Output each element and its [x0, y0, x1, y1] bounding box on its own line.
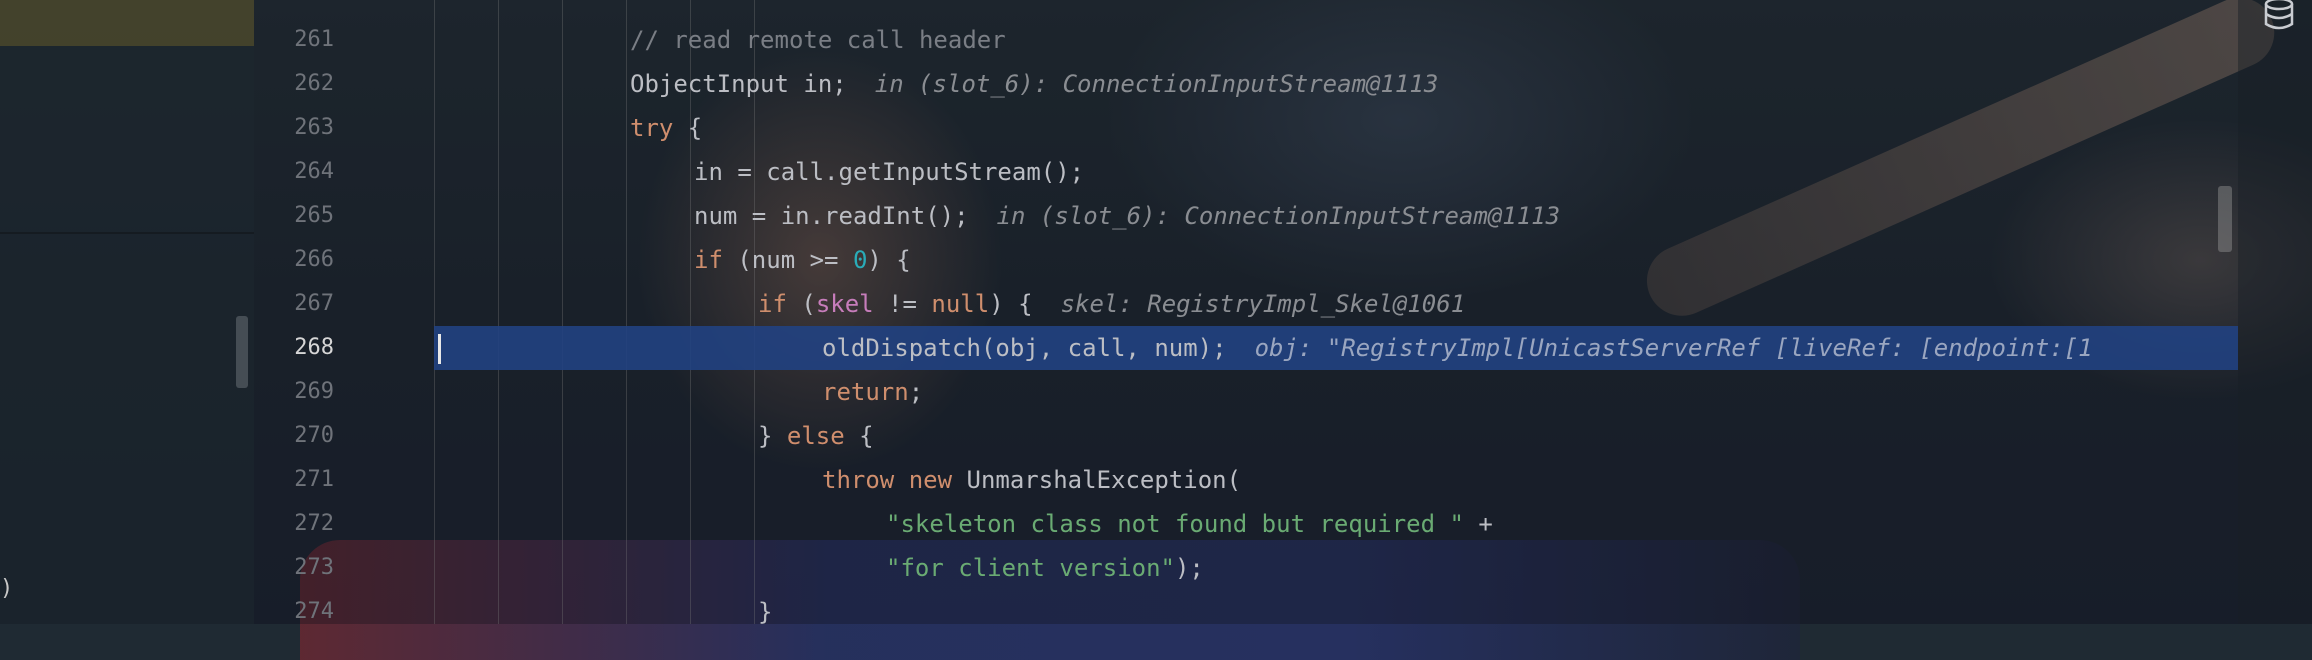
- left-panel-divider: [0, 232, 254, 234]
- string-literal: "for client version": [886, 554, 1175, 582]
- code-line-265[interactable]: num = in.readInt(); in (slot_6): Connecti…: [434, 194, 2238, 238]
- code-line-273[interactable]: "for client version");: [434, 546, 2238, 590]
- debug-inline-value: in (slot_6): ConnectionInputStream@1113: [996, 202, 1561, 230]
- line-number[interactable]: 274: [254, 590, 334, 634]
- code-line-266[interactable]: if (num >= 0) {: [434, 238, 2238, 282]
- code-text: ;: [908, 378, 924, 406]
- left-panel-partial-text: ): [0, 576, 14, 601]
- code-line-263[interactable]: try {: [434, 106, 2238, 150]
- line-number[interactable]: 267: [254, 282, 334, 326]
- code-text: oldDispatch(obj, call, num);: [822, 334, 1227, 362]
- code-text: ) {: [989, 290, 1033, 318]
- code-text: !=: [873, 290, 932, 318]
- code-line-271[interactable]: throw new UnmarshalException(: [434, 458, 2238, 502]
- code-text: }: [758, 598, 773, 626]
- code-line-264[interactable]: in = call.getInputStream();: [434, 150, 2238, 194]
- line-number[interactable]: 263: [254, 106, 334, 150]
- string-literal: "skeleton class not found but required ": [886, 510, 1464, 538]
- code-text: );: [1174, 554, 1204, 582]
- code-line-267[interactable]: if (skel != null) { skel: RegistryImpl_Sk…: [434, 282, 2238, 326]
- left-tool-panel[interactable]: ): [0, 0, 254, 624]
- code-line-270[interactable]: } else {: [434, 414, 2238, 458]
- database-icon[interactable]: [2262, 0, 2296, 30]
- field-reference: skel: [815, 290, 874, 318]
- code-text: {: [844, 422, 874, 450]
- code-line-269[interactable]: return;: [434, 370, 2238, 414]
- keyword: try: [630, 114, 674, 142]
- code-text: ) {: [867, 246, 911, 274]
- line-number[interactable]: 269: [254, 370, 334, 414]
- code-line-268-execution-point[interactable]: oldDispatch(obj, call, num); obj: "Regist…: [434, 326, 2238, 370]
- keyword: return: [822, 378, 909, 406]
- code-text: UnmarshalException(: [952, 466, 1242, 494]
- line-number[interactable]: 262: [254, 62, 334, 106]
- keyword: else: [786, 422, 845, 450]
- keyword: if: [758, 290, 787, 318]
- numeric-literal: 0: [852, 246, 868, 274]
- code-text: {: [673, 114, 703, 142]
- keyword: if: [694, 246, 723, 274]
- code-line-272[interactable]: "skeleton class not found but required "…: [434, 502, 2238, 546]
- code-text: ObjectInput in;: [630, 70, 847, 98]
- line-number[interactable]: 261: [254, 18, 334, 62]
- line-number-current[interactable]: 268: [254, 326, 334, 370]
- line-number-gutter[interactable]: 261 262 263 264 265 266 267 268 269 270 …: [254, 0, 434, 624]
- code-text: (num >=: [722, 246, 853, 274]
- line-number[interactable]: 272: [254, 502, 334, 546]
- line-number[interactable]: 266: [254, 238, 334, 282]
- editor-vertical-scrollbar[interactable]: [2218, 186, 2232, 252]
- code-text: num = in.readInt();: [694, 202, 969, 230]
- code-text: (: [786, 290, 816, 318]
- left-panel-scrollbar[interactable]: [236, 316, 248, 388]
- line-number[interactable]: 271: [254, 458, 334, 502]
- code-line-274[interactable]: }: [434, 590, 2238, 634]
- code-comment: // read remote call header: [630, 26, 1006, 54]
- code-text: +: [1463, 510, 1493, 538]
- text-caret: [438, 334, 441, 364]
- keyword: throw: [822, 466, 895, 494]
- keyword: new: [908, 466, 953, 494]
- keyword: null: [931, 290, 990, 318]
- right-tool-strip: [2238, 0, 2312, 624]
- code-text: in = call.getInputStream();: [694, 158, 1085, 186]
- code-line-261[interactable]: // read remote call header: [434, 18, 2238, 62]
- line-number[interactable]: 265: [254, 194, 334, 238]
- debug-inline-value: skel: RegistryImpl_Skel@1061: [1060, 290, 1466, 318]
- left-panel-selected-row[interactable]: [0, 0, 254, 46]
- line-number[interactable]: 270: [254, 414, 334, 458]
- debug-inline-value: in (slot_6): ConnectionInputStream@1113: [874, 70, 1439, 98]
- code-editor[interactable]: // read remote call header ObjectInput i…: [434, 0, 2238, 626]
- code-text: }: [758, 422, 787, 450]
- line-number[interactable]: 264: [254, 150, 334, 194]
- line-number[interactable]: 273: [254, 546, 334, 590]
- debug-inline-value: obj: "RegistryImpl[UnicastServerRef [liv…: [1254, 334, 2093, 362]
- code-line-262[interactable]: ObjectInput in; in (slot_6): ConnectionIn…: [434, 62, 2238, 106]
